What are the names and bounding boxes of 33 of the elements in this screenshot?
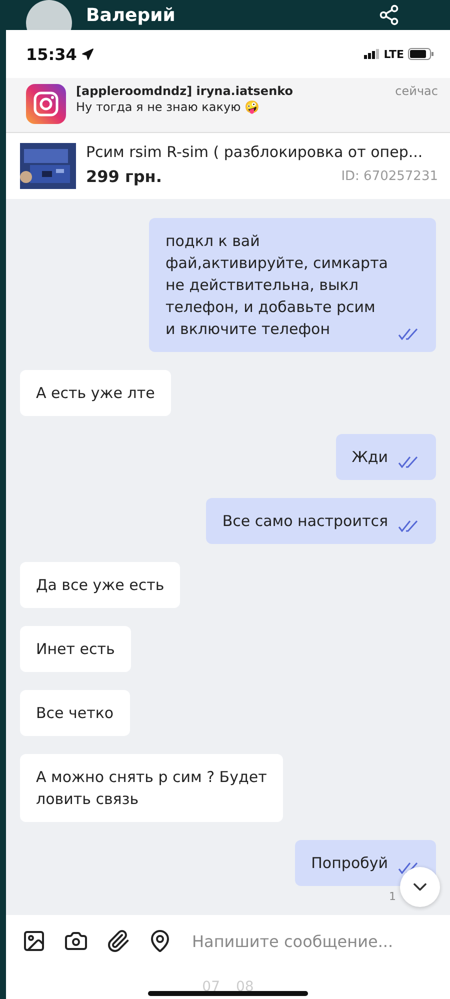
message-text: Жди <box>352 447 388 468</box>
signal-icon <box>364 49 380 59</box>
contact-name: Валерий <box>86 4 176 26</box>
message-text: Все четко <box>36 703 114 724</box>
battery-icon <box>408 48 434 60</box>
network-label: LTE <box>384 48 404 60</box>
share-icon[interactable] <box>378 4 400 26</box>
message-text: Все само настроится <box>222 511 388 532</box>
camera-app-icon <box>26 84 66 124</box>
message-text: Попробуй <box>311 853 388 874</box>
location-pin-icon[interactable] <box>148 929 172 953</box>
notification-text: Ну тогда я не знаю какую 🤪 <box>76 100 260 114</box>
listing-price: 299 грн. <box>86 167 162 186</box>
gallery-icon[interactable] <box>22 929 46 953</box>
listing-title[interactable]: Рсим rsim R-sim ( разблокировка от опер... <box>86 143 438 161</box>
camera-icon[interactable] <box>64 929 88 953</box>
notification-time: сейчас <box>395 84 438 100</box>
double-check-icon <box>398 456 420 468</box>
notification-banner[interactable]: [appleroomdndz] iryna.iatsenko Ну тогда я не знаю какую 🤪 сейчас <box>6 78 450 132</box>
message-text: А можно снять р сим ? Будет ловить связь <box>36 767 267 810</box>
status-time: 15:34 <box>26 44 77 64</box>
listing-id: ID: 670257231 <box>341 169 438 184</box>
double-check-icon <box>398 328 420 340</box>
message-time: 1 <box>389 890 396 903</box>
message-text: подкл к вай фай,активируйте, симкарта не действительна, выкл телефон, и добавьте рсим и включите телефон <box>165 231 388 340</box>
scroll-down-button[interactable] <box>400 867 440 907</box>
message-text: Инет есть <box>36 639 115 660</box>
attach-icon[interactable] <box>106 929 130 953</box>
message-text: Да все уже есть <box>36 575 164 596</box>
location-icon <box>80 48 94 60</box>
double-check-icon <box>398 520 420 532</box>
message-text: А есть уже лте <box>36 383 155 404</box>
notification-title: [appleroomdndz] iryna.iatsenko <box>76 84 294 98</box>
